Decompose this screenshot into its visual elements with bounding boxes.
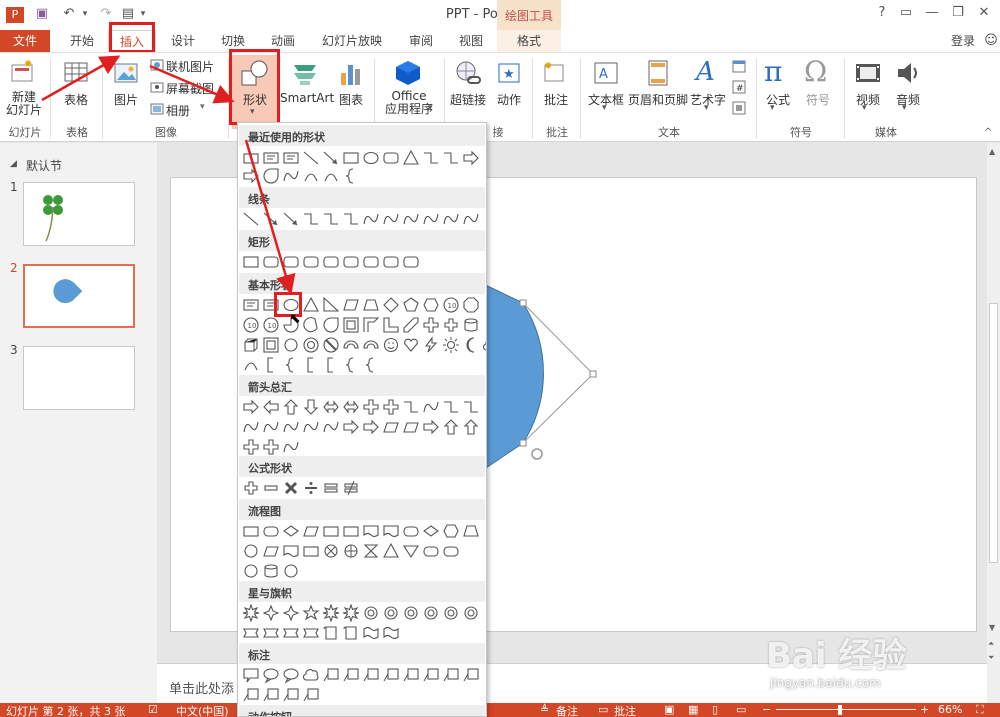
annotation-arrows [41,55,296,295]
mouse-cursor-icon: ⬉ [289,311,301,327]
watermark-url: jingyan.baidu.com [770,676,881,690]
watermark-brand: Bai 经验 [766,636,907,676]
